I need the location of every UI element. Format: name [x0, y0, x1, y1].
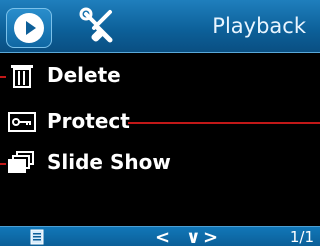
page-counter: 1/1: [289, 228, 314, 246]
menu-list: Delete Protect Slide Show: [0, 54, 320, 190]
screen: Playback Delete Protect Slide Show < ∨ >…: [0, 0, 320, 246]
menu-item-delete[interactable]: Delete: [0, 60, 320, 92]
menu-item-label: Protect: [47, 109, 130, 133]
divider-line: [0, 163, 6, 165]
menu-item-protect[interactable]: Protect: [0, 106, 320, 138]
menu-item-label: Slide Show: [47, 150, 171, 174]
tab-playback[interactable]: [6, 8, 52, 48]
key-icon: [8, 112, 36, 132]
tab-tools[interactable]: [78, 6, 120, 48]
menu-icon[interactable]: [30, 229, 44, 245]
divider-line: [0, 76, 6, 78]
page-title: Playback: [212, 14, 306, 38]
footer-bar: < ∨ > 1/1: [0, 226, 320, 246]
menu-item-label: Delete: [47, 63, 121, 87]
trash-icon: [11, 65, 33, 88]
menu-item-slide-show[interactable]: Slide Show: [0, 147, 320, 179]
nav-next-button[interactable]: >: [203, 227, 218, 246]
nav-prev-button[interactable]: <: [155, 227, 170, 246]
slideshow-icon: [8, 151, 34, 173]
divider-line: [128, 122, 320, 124]
nav-down-button[interactable]: ∨: [186, 227, 201, 246]
header-bar: Playback: [0, 0, 320, 53]
play-icon: [26, 21, 36, 35]
tools-icon: [79, 7, 113, 43]
